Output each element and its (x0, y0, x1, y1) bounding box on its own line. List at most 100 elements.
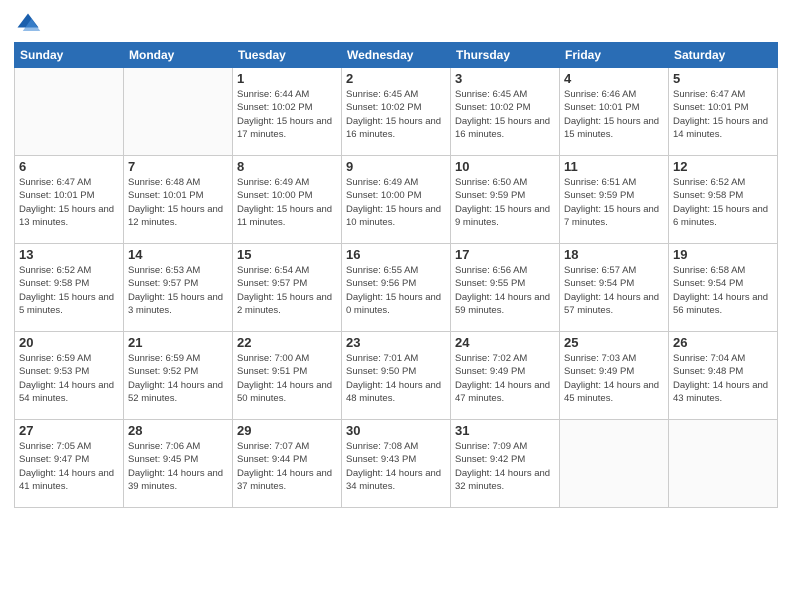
day-cell: 25Sunrise: 7:03 AMSunset: 9:49 PMDayligh… (560, 332, 669, 420)
day-number: 16 (346, 247, 446, 262)
day-number: 15 (237, 247, 337, 262)
calendar-week-row: 20 Sunrise: 6:59 AMSunset: 9:53 PMDayligh… (15, 332, 778, 420)
day-cell: 14Sunrise: 6:53 AMSunset: 9:57 PMDayligh… (124, 244, 233, 332)
day-info: Sunrise: 7:02 AMSunset: 9:49 PMDaylight:… (455, 352, 555, 405)
day-number: 8 (237, 159, 337, 174)
day-cell: 27 Sunrise: 7:05 AMSunset: 9:47 PMDayligh… (15, 420, 124, 508)
empty-cell (560, 420, 669, 508)
day-info: Sunrise: 6:45 AMSunset: 10:02 PMDaylight… (455, 88, 555, 141)
day-info: Sunrise: 6:55 AMSunset: 9:56 PMDaylight:… (346, 264, 446, 317)
page: SundayMondayTuesdayWednesdayThursdayFrid… (0, 0, 792, 612)
day-cell: 3Sunrise: 6:45 AMSunset: 10:02 PMDayligh… (451, 68, 560, 156)
day-info: Sunrise: 7:00 AMSunset: 9:51 PMDaylight:… (237, 352, 337, 405)
day-cell: 18 Sunrise: 6:57 AMSunset: 9:54 PMDayligh… (560, 244, 669, 332)
day-info: Sunrise: 6:52 AMSunset: 9:58 PMDaylight:… (673, 176, 773, 229)
day-number: 6 (19, 159, 119, 174)
empty-cell (669, 420, 778, 508)
day-number: 7 (128, 159, 228, 174)
day-info: Sunrise: 7:01 AMSunset: 9:50 PMDaylight:… (346, 352, 446, 405)
day-info: Sunrise: 6:58 AMSunset: 9:54 PMDaylight:… (673, 264, 773, 317)
day-number: 17 (455, 247, 555, 262)
day-number: 2 (346, 71, 446, 86)
day-number: 26 (673, 335, 773, 350)
day-info: Sunrise: 7:04 AMSunset: 9:48 PMDaylight:… (673, 352, 773, 405)
day-cell: 16 Sunrise: 6:55 AMSunset: 9:56 PMDayligh… (342, 244, 451, 332)
day-number: 12 (673, 159, 773, 174)
day-info: Sunrise: 6:47 AMSunset: 10:01 PMDaylight… (19, 176, 119, 229)
day-number: 10 (455, 159, 555, 174)
day-cell: 17 Sunrise: 6:56 AMSunset: 9:55 PMDayligh… (451, 244, 560, 332)
day-number: 11 (564, 159, 664, 174)
day-cell: 21Sunrise: 6:59 AMSunset: 9:52 PMDayligh… (124, 332, 233, 420)
day-info: Sunrise: 6:57 AMSunset: 9:54 PMDaylight:… (564, 264, 664, 317)
weekday-header: Tuesday (233, 43, 342, 68)
day-info: Sunrise: 6:45 AMSunset: 10:02 PMDaylight… (346, 88, 446, 141)
day-number: 5 (673, 71, 773, 86)
day-cell: 11Sunrise: 6:51 AMSunset: 9:59 PMDayligh… (560, 156, 669, 244)
day-number: 27 (19, 423, 119, 438)
day-number: 21 (128, 335, 228, 350)
day-number: 9 (346, 159, 446, 174)
day-cell: 26 Sunrise: 7:04 AMSunset: 9:48 PMDayligh… (669, 332, 778, 420)
day-info: Sunrise: 6:48 AMSunset: 10:01 PMDaylight… (128, 176, 228, 229)
day-cell: 10Sunrise: 6:50 AMSunset: 9:59 PMDayligh… (451, 156, 560, 244)
empty-cell (124, 68, 233, 156)
day-number: 22 (237, 335, 337, 350)
day-cell: 15 Sunrise: 6:54 AMSunset: 9:57 PMDayligh… (233, 244, 342, 332)
day-cell: 24 Sunrise: 7:02 AMSunset: 9:49 PMDayligh… (451, 332, 560, 420)
day-cell: 28 Sunrise: 7:06 AMSunset: 9:45 PMDayligh… (124, 420, 233, 508)
day-cell: 7 Sunrise: 6:48 AMSunset: 10:01 PMDayligh… (124, 156, 233, 244)
day-cell: 5 Sunrise: 6:47 AMSunset: 10:01 PMDayligh… (669, 68, 778, 156)
day-number: 31 (455, 423, 555, 438)
calendar-week-row: 13 Sunrise: 6:52 AMSunset: 9:58 PMDayligh… (15, 244, 778, 332)
day-info: Sunrise: 6:49 AMSunset: 10:00 PMDaylight… (346, 176, 446, 229)
day-cell: 31 Sunrise: 7:09 AMSunset: 9:42 PMDayligh… (451, 420, 560, 508)
day-info: Sunrise: 6:49 AMSunset: 10:00 PMDaylight… (237, 176, 337, 229)
day-info: Sunrise: 6:59 AMSunset: 9:53 PMDaylight:… (19, 352, 119, 405)
calendar-week-row: 27 Sunrise: 7:05 AMSunset: 9:47 PMDayligh… (15, 420, 778, 508)
day-cell: 12 Sunrise: 6:52 AMSunset: 9:58 PMDayligh… (669, 156, 778, 244)
weekday-header: Monday (124, 43, 233, 68)
day-number: 30 (346, 423, 446, 438)
calendar-week-row: 6 Sunrise: 6:47 AMSunset: 10:01 PMDayligh… (15, 156, 778, 244)
day-number: 20 (19, 335, 119, 350)
day-info: Sunrise: 7:09 AMSunset: 9:42 PMDaylight:… (455, 440, 555, 493)
day-cell: 6 Sunrise: 6:47 AMSunset: 10:01 PMDayligh… (15, 156, 124, 244)
day-info: Sunrise: 6:46 AMSunset: 10:01 PMDaylight… (564, 88, 664, 141)
day-info: Sunrise: 6:52 AMSunset: 9:58 PMDaylight:… (19, 264, 119, 317)
day-info: Sunrise: 6:44 AMSunset: 10:02 PMDaylight… (237, 88, 337, 141)
weekday-header: Thursday (451, 43, 560, 68)
day-info: Sunrise: 7:03 AMSunset: 9:49 PMDaylight:… (564, 352, 664, 405)
day-cell: 19 Sunrise: 6:58 AMSunset: 9:54 PMDayligh… (669, 244, 778, 332)
day-number: 28 (128, 423, 228, 438)
day-info: Sunrise: 7:06 AMSunset: 9:45 PMDaylight:… (128, 440, 228, 493)
logo (14, 10, 44, 38)
day-cell: 9 Sunrise: 6:49 AMSunset: 10:00 PMDayligh… (342, 156, 451, 244)
day-cell: 2 Sunrise: 6:45 AMSunset: 10:02 PMDayligh… (342, 68, 451, 156)
header (14, 10, 778, 38)
logo-icon (14, 10, 42, 38)
day-cell: 8 Sunrise: 6:49 AMSunset: 10:00 PMDayligh… (233, 156, 342, 244)
day-info: Sunrise: 6:54 AMSunset: 9:57 PMDaylight:… (237, 264, 337, 317)
day-info: Sunrise: 6:53 AMSunset: 9:57 PMDaylight:… (128, 264, 228, 317)
day-number: 1 (237, 71, 337, 86)
calendar-week-row: 1 Sunrise: 6:44 AMSunset: 10:02 PMDayligh… (15, 68, 778, 156)
day-number: 24 (455, 335, 555, 350)
empty-cell (15, 68, 124, 156)
day-cell: 1 Sunrise: 6:44 AMSunset: 10:02 PMDayligh… (233, 68, 342, 156)
day-number: 29 (237, 423, 337, 438)
day-number: 13 (19, 247, 119, 262)
header-row: SundayMondayTuesdayWednesdayThursdayFrid… (15, 43, 778, 68)
day-cell: 4 Sunrise: 6:46 AMSunset: 10:01 PMDayligh… (560, 68, 669, 156)
calendar-table: SundayMondayTuesdayWednesdayThursdayFrid… (14, 42, 778, 508)
day-number: 18 (564, 247, 664, 262)
day-number: 19 (673, 247, 773, 262)
day-cell: 23Sunrise: 7:01 AMSunset: 9:50 PMDayligh… (342, 332, 451, 420)
weekday-header: Friday (560, 43, 669, 68)
day-cell: 29Sunrise: 7:07 AMSunset: 9:44 PMDayligh… (233, 420, 342, 508)
day-cell: 13 Sunrise: 6:52 AMSunset: 9:58 PMDayligh… (15, 244, 124, 332)
day-info: Sunrise: 6:56 AMSunset: 9:55 PMDaylight:… (455, 264, 555, 317)
day-info: Sunrise: 6:47 AMSunset: 10:01 PMDaylight… (673, 88, 773, 141)
day-number: 4 (564, 71, 664, 86)
day-info: Sunrise: 7:05 AMSunset: 9:47 PMDaylight:… (19, 440, 119, 493)
